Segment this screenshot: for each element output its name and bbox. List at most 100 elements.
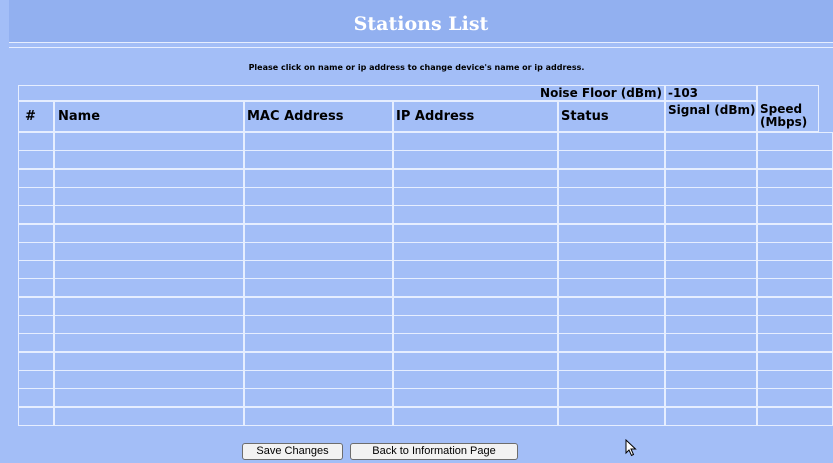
table-cell[interactable] [393, 241, 558, 261]
table-cell[interactable] [54, 205, 244, 225]
table-cell[interactable] [54, 333, 244, 353]
table-cell[interactable] [393, 168, 558, 188]
table-cell[interactable] [54, 406, 244, 426]
table-cell [18, 132, 54, 151]
table-cell [244, 132, 393, 151]
table-cell [558, 260, 665, 280]
table-cell [18, 388, 54, 408]
table-cell[interactable] [393, 205, 558, 225]
table-cell[interactable] [54, 388, 244, 408]
column-header-status: Status [558, 101, 665, 132]
table-cell[interactable] [54, 150, 244, 170]
table-cell [665, 315, 757, 334]
table-cell[interactable] [393, 223, 558, 243]
table-cell [244, 150, 393, 170]
table-cell [665, 223, 757, 243]
table-cell [18, 241, 54, 261]
table-cell [244, 186, 393, 206]
table-cell[interactable] [54, 369, 244, 389]
table-cell[interactable] [393, 296, 558, 316]
table-cell[interactable] [393, 369, 558, 389]
table-cell [558, 205, 665, 225]
table-cell [665, 351, 757, 371]
table-cell[interactable] [54, 351, 244, 371]
table-cell [665, 388, 757, 408]
column-header-name: Name [54, 101, 244, 132]
table-cell [244, 388, 393, 408]
column-header-mac: MAC Address [244, 101, 393, 132]
table-cell [665, 406, 757, 426]
noise-floor-label: Noise Floor (dBm) [18, 85, 665, 101]
table-cell[interactable] [54, 278, 244, 298]
table-cell[interactable] [393, 132, 558, 151]
table-cell [757, 150, 833, 170]
stations-table: Noise Floor (dBm) -103 # Name MAC Addres… [0, 0, 833, 463]
table-cell[interactable] [393, 278, 558, 298]
table-cell [18, 406, 54, 426]
table-cell [558, 223, 665, 243]
table-cell[interactable] [393, 315, 558, 334]
table-cell [244, 333, 393, 353]
table-cell [18, 351, 54, 371]
table-cell [665, 278, 757, 298]
table-cell[interactable] [54, 186, 244, 206]
table-cell [558, 278, 665, 298]
table-cell [665, 132, 757, 151]
table-cell [757, 315, 833, 334]
table-cell [244, 241, 393, 261]
table-cell[interactable] [393, 260, 558, 280]
table-cell[interactable] [54, 241, 244, 261]
table-cell [757, 296, 833, 316]
table-cell[interactable] [393, 351, 558, 371]
table-cell[interactable] [54, 260, 244, 280]
table-cell[interactable] [54, 223, 244, 243]
table-cell [18, 205, 54, 225]
table-cell [558, 388, 665, 408]
table-cell [558, 186, 665, 206]
table-cell [665, 333, 757, 353]
table-cell [558, 315, 665, 334]
table-cell [757, 351, 833, 371]
table-cell[interactable] [54, 168, 244, 188]
table-cell[interactable] [393, 388, 558, 408]
table-cell [757, 205, 833, 225]
table-cell [18, 333, 54, 353]
table-cell [244, 296, 393, 316]
column-header-speed-text: Speed (Mbps) [760, 102, 808, 129]
table-cell[interactable] [393, 186, 558, 206]
table-cell [757, 241, 833, 261]
table-cell [757, 168, 833, 188]
table-cell [665, 241, 757, 261]
table-cell [757, 260, 833, 280]
table-cell [558, 369, 665, 389]
back-to-information-button[interactable]: Back to Information Page [350, 443, 518, 460]
table-cell[interactable] [393, 333, 558, 353]
table-cell[interactable] [54, 315, 244, 334]
column-header-speed: Speed (Mbps) [757, 85, 819, 132]
table-cell [558, 333, 665, 353]
table-cell [244, 315, 393, 334]
table-cell [757, 132, 833, 151]
column-header-signal: Signal (dBm) [665, 101, 757, 132]
table-cell [757, 278, 833, 298]
table-cell[interactable] [54, 132, 244, 151]
table-cell [665, 205, 757, 225]
table-cell [244, 260, 393, 280]
table-cell [18, 186, 54, 206]
table-cell [18, 369, 54, 389]
table-cell [18, 296, 54, 316]
table-cell [665, 260, 757, 280]
column-header-ip: IP Address [393, 101, 558, 132]
table-cell [558, 241, 665, 261]
table-cell [665, 296, 757, 316]
table-cell[interactable] [54, 296, 244, 316]
table-cell[interactable] [393, 406, 558, 426]
table-cell [757, 388, 833, 408]
table-cell [18, 150, 54, 170]
table-cell [757, 406, 833, 426]
table-cell [558, 351, 665, 371]
table-cell [757, 186, 833, 206]
table-cell[interactable] [393, 150, 558, 170]
table-cell [665, 168, 757, 188]
save-changes-button[interactable]: Save Changes [242, 443, 343, 460]
